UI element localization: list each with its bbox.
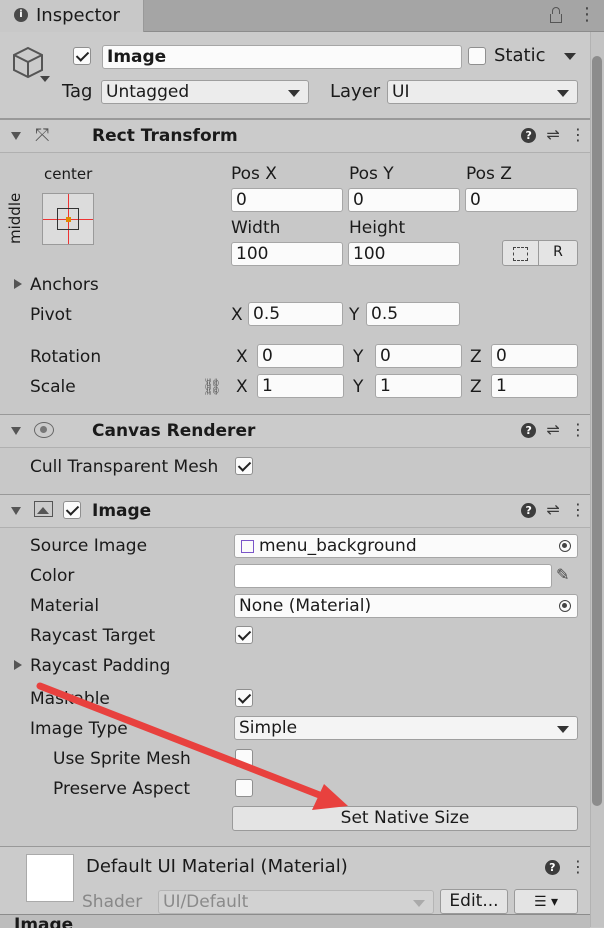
- annotation-arrow: [36, 682, 348, 810]
